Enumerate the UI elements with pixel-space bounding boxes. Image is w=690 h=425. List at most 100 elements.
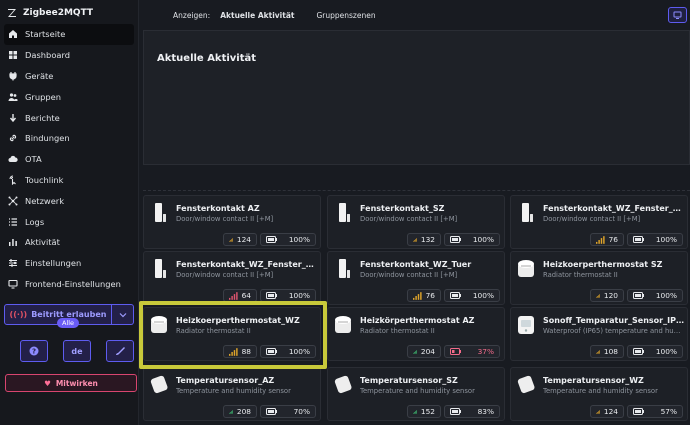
permit-join-dropdown-button[interactable] [112,304,134,326]
tab-group-scenes[interactable]: Gruppenszenen [304,11,375,20]
signal-icon [596,293,600,298]
device-card[interactable]: Fensterkontakt_SZ Door/window contact II … [327,195,505,249]
touchlink-icon [9,175,16,185]
link-quality-badge: 124 [223,233,257,246]
sidebar-item-aktivität[interactable]: Aktivität [4,232,134,253]
device-name[interactable]: Fensterkontakt_WZ_Fenster_Rechts [176,260,318,269]
contribute-button[interactable]: ♥ Mitwirken [5,374,137,393]
device-card[interactable]: Fensterkontakt_WZ_Fenster_Links Door/wind… [510,195,688,249]
link-quality-value: 76 [608,235,618,244]
link-quality-badge: 124 [590,405,624,418]
battery-value: 100% [655,347,677,356]
chevron-down-icon [119,312,126,318]
device-name[interactable]: Fensterkontakt_WZ_Fenster_Links [543,204,685,213]
device-card[interactable]: Heizkoerperthermostat SZ Radiator thermos… [510,251,688,305]
link-quality-value: 88 [241,347,251,356]
contribute-label: Mitwirken [55,378,98,388]
battery-icon [633,348,644,355]
device-name[interactable]: Heizkörperthermostat AZ [360,316,502,325]
signal-icon [413,409,417,414]
plug-icon [9,71,17,81]
signal-icon [229,291,238,300]
battery-value: 70% [293,407,310,416]
link-quality-value: 204 [420,347,435,356]
sidebar-item-bindungen[interactable]: Bindungen [4,128,134,149]
sidebar-item-netzwerk[interactable]: Netzwerk [4,190,134,211]
device-card[interactable]: Heizkörperthermostat AZ Radiator thermost… [327,307,505,361]
tab-recent-activity[interactable]: Aktuelle Aktivität [220,11,294,20]
device-name[interactable]: Temperatursensor_WZ [543,376,685,385]
broadcast-icon: ((·)) [9,310,28,320]
device-name[interactable]: Fensterkontakt_SZ [360,204,502,213]
battery-value: 100% [288,235,310,244]
battery-icon [450,292,461,299]
device-card[interactable]: Heizkoerperthermostat_WZ Radiator thermos… [143,307,321,361]
battery-icon [450,408,461,415]
signal-icon [596,235,605,244]
device-model: Temperature and humidity sensor [543,387,658,395]
sidebar-item-geräte[interactable]: Geräte [4,66,134,87]
signal-icon [596,409,600,414]
device-card[interactable]: Fensterkontakt AZ Door/window contact II … [143,195,321,249]
cloud-icon [8,156,18,163]
device-card[interactable]: Temperatursensor_WZ Temperature and humid… [510,367,688,421]
sidebar-item-logs[interactable]: Logs [4,211,134,232]
link-quality-badge: 88 [223,345,257,358]
arrow-down-icon [9,113,17,122]
device-name[interactable]: Fensterkontakt AZ [176,204,318,213]
link-quality-badge: 152 [407,405,441,418]
battery-icon [633,236,644,243]
device-card[interactable]: Fensterkontakt_WZ_Tuer Door/window contac… [327,251,505,305]
device-card[interactable]: Temperatursensor_SZ Temperature and humid… [327,367,505,421]
signal-icon [413,349,417,354]
sidebar-item-gruppen[interactable]: Gruppen [4,86,134,107]
sidebar-item-startseite[interactable]: Startseite [4,24,134,45]
device-name[interactable]: Temperatursensor_SZ [360,376,502,385]
battery-icon [450,348,461,355]
battery-value: 100% [472,291,494,300]
battery-icon [633,408,644,415]
theme-toggle-button[interactable] [668,7,687,23]
device-name[interactable]: Fensterkontakt_WZ_Tuer [360,260,502,269]
device-name[interactable]: Heizkoerperthermostat SZ [543,260,685,269]
sidebar-item-touchlink[interactable]: Touchlink [4,170,134,191]
sidebar-item-ota[interactable]: OTA [4,149,134,170]
signal-icon [413,237,417,242]
language-button[interactable]: de [63,340,91,363]
sidebar-item-label: Berichte [25,112,60,123]
device-model: Radiator thermostat II [360,327,435,335]
help-button[interactable]: ? [20,340,48,363]
monitor-icon [8,279,18,289]
sidebar-item-dashboard[interactable]: Dashboard [4,45,134,66]
device-name[interactable]: Temperatursensor_AZ [176,376,318,385]
link-quality-badge: 108 [590,345,624,358]
theme-brush-button[interactable] [106,340,134,363]
sidebar-item-frontend-einstellungen[interactable]: Frontend-Einstellungen [4,274,134,295]
recent-activity-title: Aktuelle Aktivität [157,53,257,64]
device-name[interactable]: Heizkoerperthermostat_WZ [176,316,318,325]
link-quality-badge: 64 [223,289,257,302]
device-card[interactable]: Fensterkontakt_WZ_Fenster_Rechts Door/win… [143,251,321,305]
device-card[interactable]: Temperatursensor_AZ Temperature and humid… [143,367,321,421]
recent-activity-panel: Aktuelle Aktivität [143,30,690,165]
sidebar-item-label: Einstellungen [25,258,82,269]
link-quality-value: 152 [420,407,435,416]
link-quality-badge: 208 [223,405,257,418]
battery-badge: 100% [260,289,316,302]
sidebar-item-label: Gruppen [25,91,61,102]
battery-badge: 100% [627,233,683,246]
link-quality-value: 124 [236,235,251,244]
sidebar-item-label: Geräte [25,70,54,81]
brand[interactable]: Zigbee2MQTT [4,4,134,22]
sidebar-item-berichte[interactable]: Berichte [4,107,134,128]
signal-icon [413,291,422,300]
device-model: Door/window contact II [+M] [176,271,274,279]
dashboard-icon [9,51,17,60]
battery-badge: 100% [444,233,500,246]
device-name[interactable]: Sonoff_Temparatur_Sensor_IP65 [543,316,685,325]
battery-badge: 57% [627,405,683,418]
battery-value: 100% [288,291,310,300]
sidebar-item-einstellungen[interactable]: Einstellungen [4,253,134,274]
link-quality-badge: 120 [590,289,624,302]
device-card[interactable]: Sonoff_Temparatur_Sensor_IP65 Waterproof … [510,307,688,361]
